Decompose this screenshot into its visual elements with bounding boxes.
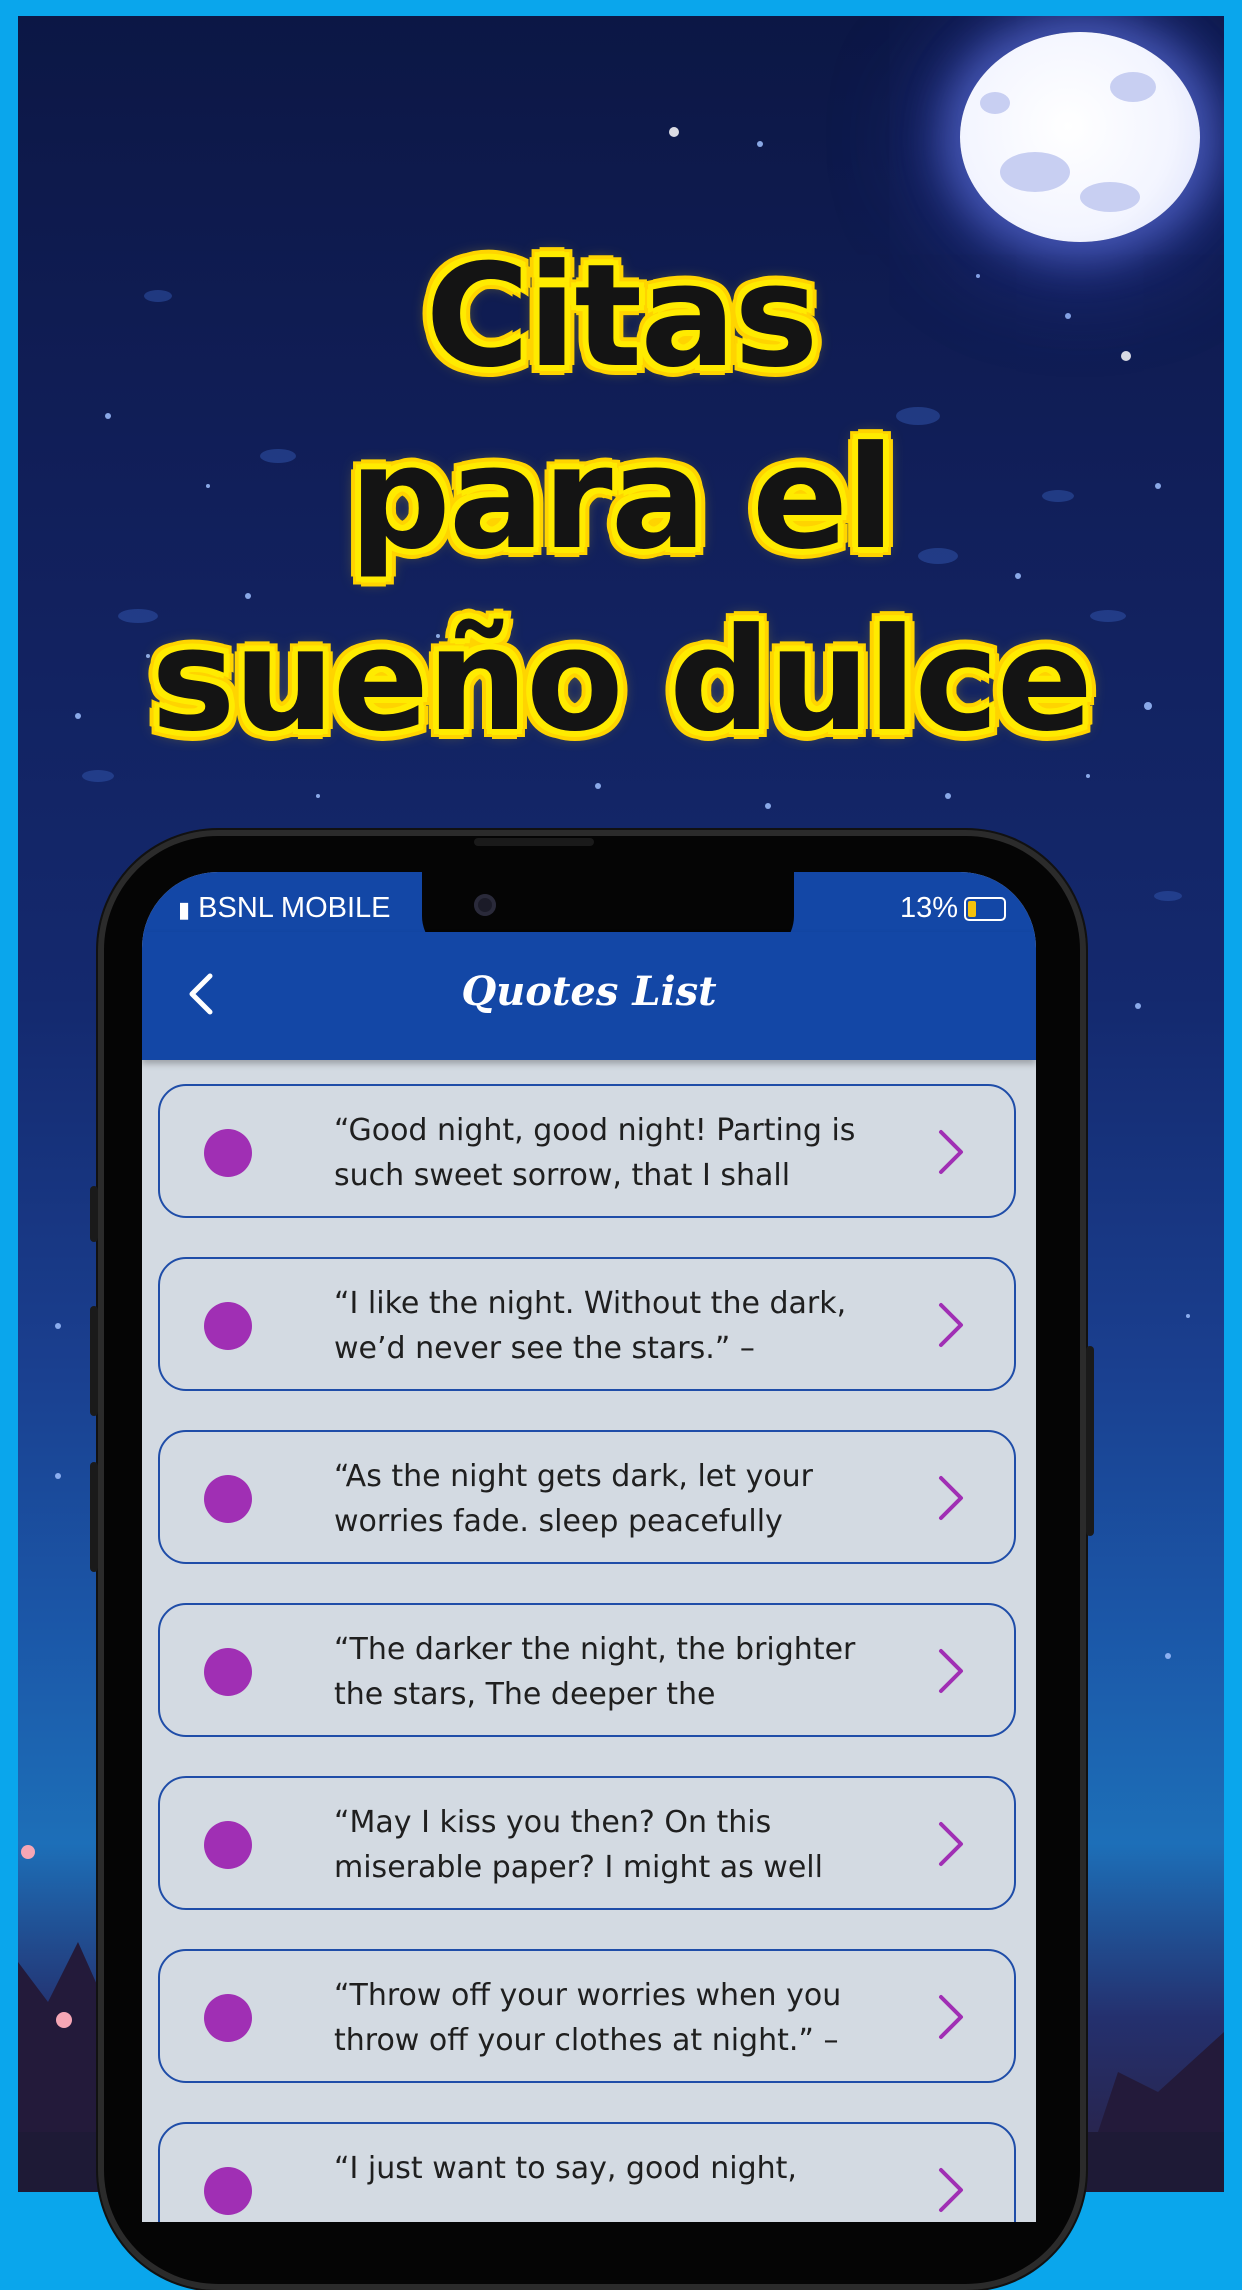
chevron-right-icon: [939, 1995, 963, 2039]
circle-icon: [204, 1821, 252, 1869]
carrier-label: ▮ BSNL MOBILE: [178, 892, 391, 924]
quote-text: “Good night, good night! Parting is such…: [334, 1113, 856, 1193]
phone-screen: ▮ BSNL MOBILE 13% Quotes List “Good nigh…: [142, 872, 1036, 2222]
page-title: Quotes List: [461, 968, 717, 1015]
battery-icon: [964, 896, 1006, 921]
promo-headline: Citas para el sueño dulce: [18, 226, 1224, 772]
headline-line-1: Citas: [425, 234, 818, 399]
chevron-right-icon: [939, 2168, 963, 2212]
moon-illustration: [960, 32, 1200, 242]
quote-list-item[interactable]: “Good night, good night! Parting is such…: [158, 1084, 1016, 1218]
quote-text: “I like the night. Without the dark, we’…: [334, 1286, 847, 1366]
circle-icon: [204, 1648, 252, 1696]
app-bar: Quotes List: [142, 932, 1036, 1060]
quote-text: “May I kiss you then? On this miserable …: [334, 1805, 823, 1885]
quote-text: “The darker the night, the brighter the …: [334, 1632, 856, 1712]
headline-line-3: sueño dulce: [151, 598, 1093, 763]
battery-indicator: 13%: [900, 892, 1006, 925]
quote-text: “As the night gets dark, let your worrie…: [334, 1459, 814, 1539]
quote-text: “I just want to say, good night,: [334, 2151, 797, 2186]
circle-icon: [204, 1994, 252, 2042]
quote-text: “Throw off your worries when you throw o…: [334, 1978, 842, 2058]
quote-list-item[interactable]: “I just want to say, good night,: [158, 2122, 1016, 2222]
quote-list-item[interactable]: “May I kiss you then? On this miserable …: [158, 1776, 1016, 1910]
chevron-right-icon: [939, 1476, 963, 1520]
quote-list-item[interactable]: “Throw off your worries when you throw o…: [158, 1949, 1016, 2083]
chevron-right-icon: [939, 1303, 963, 1347]
chevron-right-icon: [939, 1822, 963, 1866]
quote-list-item[interactable]: “The darker the night, the brighter the …: [158, 1603, 1016, 1737]
circle-icon: [204, 1302, 252, 1350]
chevron-right-icon: [939, 1649, 963, 1693]
quote-list-item[interactable]: “I like the night. Without the dark, we’…: [158, 1257, 1016, 1391]
signal-icon: ▮: [178, 897, 191, 922]
camera-icon: [474, 894, 496, 916]
circle-icon: [204, 1129, 252, 1177]
chevron-right-icon: [939, 1130, 963, 1174]
circle-icon: [204, 1475, 252, 1523]
quotes-list: “Good night, good night! Parting is such…: [158, 1084, 1020, 2222]
quote-list-item[interactable]: “As the night gets dark, let your worrie…: [158, 1430, 1016, 1564]
headline-line-2: para el: [349, 416, 895, 581]
